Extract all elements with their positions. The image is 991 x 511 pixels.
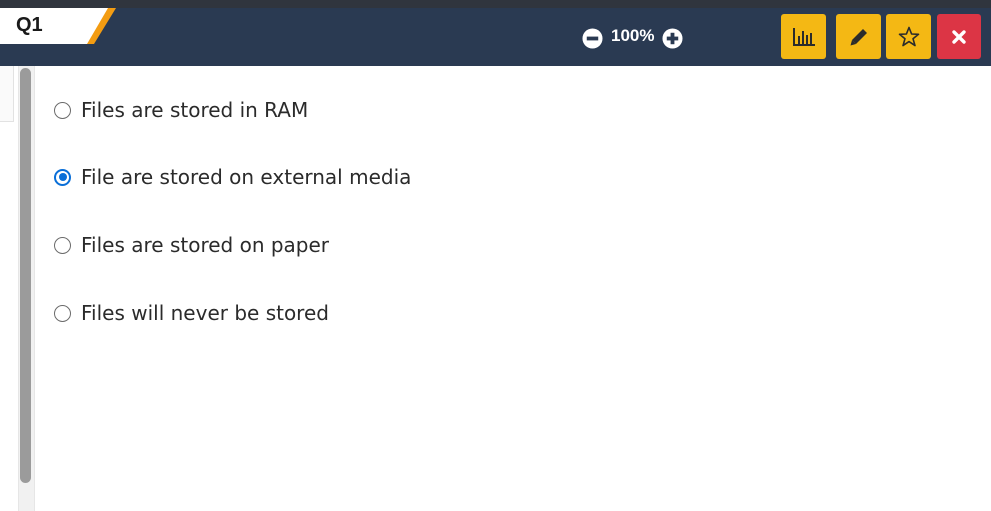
radio-button[interactable] xyxy=(54,236,71,254)
edit-button[interactable] xyxy=(836,14,881,59)
stats-button[interactable] xyxy=(781,14,826,59)
radio-button[interactable] xyxy=(54,304,71,322)
answer-option-4[interactable]: Files will never be stored xyxy=(54,301,329,325)
bar-chart-icon xyxy=(792,27,815,46)
option-label: File are stored on external media xyxy=(81,165,412,189)
question-tab[interactable]: Q1 xyxy=(0,8,116,44)
question-number: Q1 xyxy=(16,14,43,36)
bookmark-button[interactable] xyxy=(886,14,931,59)
option-label: Files are stored in RAM xyxy=(81,98,309,122)
radio-button-selected[interactable] xyxy=(54,168,71,186)
answer-option-3[interactable]: Files are stored on paper xyxy=(54,233,329,257)
close-button[interactable] xyxy=(937,14,981,59)
window-top-strip xyxy=(0,0,991,8)
zoom-in-icon[interactable] xyxy=(662,27,684,49)
option-label: Files will never be stored xyxy=(81,301,329,325)
zoom-out-icon[interactable] xyxy=(582,27,603,49)
left-panel-edge xyxy=(0,66,14,122)
star-outline-icon xyxy=(898,26,919,46)
zoom-level: 100% xyxy=(611,26,655,45)
answer-option-2[interactable]: File are stored on external media xyxy=(54,165,411,189)
option-label: Files are stored on paper xyxy=(81,233,330,257)
zoom-control: 100% xyxy=(582,26,684,50)
close-icon xyxy=(952,29,966,44)
radio-button[interactable] xyxy=(54,101,71,119)
answer-option-1[interactable]: Files are stored in RAM xyxy=(54,98,308,122)
pencil-icon xyxy=(850,28,867,45)
scrollbar-thumb[interactable] xyxy=(20,68,31,483)
